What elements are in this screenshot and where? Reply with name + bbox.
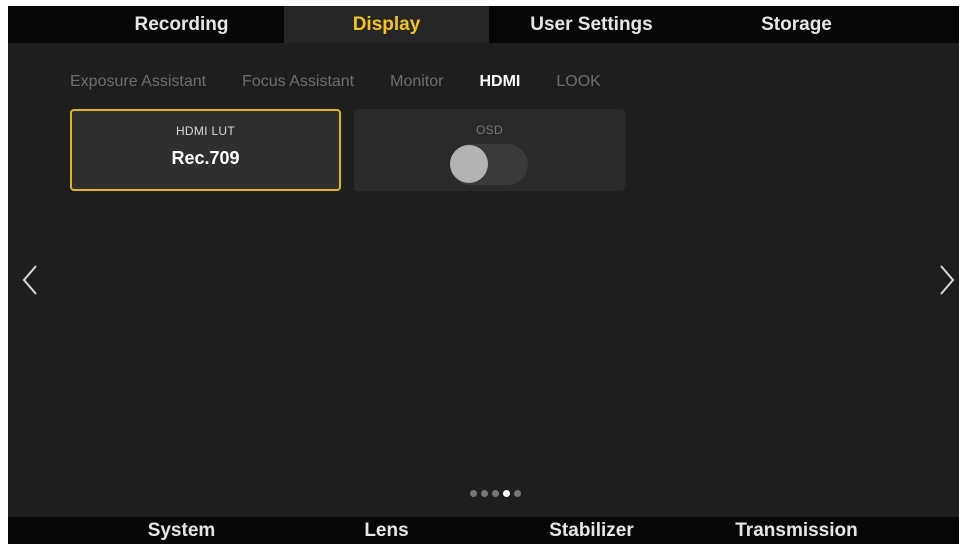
page-dot: [492, 490, 499, 497]
sub-tabs: Exposure Assistant Focus Assistant Monit…: [70, 68, 637, 96]
subtab-exposure-assistant[interactable]: Exposure Assistant: [70, 73, 206, 91]
tab-system[interactable]: System: [79, 520, 284, 542]
page-dot: [481, 490, 488, 497]
hdmi-lut-value: Rec.709: [171, 148, 240, 168]
subtab-look[interactable]: LOOK: [556, 73, 600, 91]
tab-transmission[interactable]: Transmission: [694, 520, 899, 542]
page-dot-active: [503, 490, 510, 497]
osd-label: OSD: [476, 123, 503, 137]
chevron-right-icon[interactable]: [937, 263, 957, 297]
subtab-hdmi[interactable]: HDMI: [479, 73, 520, 91]
subtab-focus-assistant[interactable]: Focus Assistant: [242, 73, 354, 91]
camera-menu-screen: Recording Display User Settings Storage …: [8, 6, 959, 544]
subtab-monitor[interactable]: Monitor: [390, 73, 443, 91]
tab-display[interactable]: Display: [284, 6, 489, 43]
page-dot: [470, 490, 477, 497]
osd-card: OSD: [354, 109, 625, 191]
tab-stabilizer[interactable]: Stabilizer: [489, 520, 694, 542]
tab-recording[interactable]: Recording: [79, 6, 284, 43]
osd-toggle[interactable]: [450, 144, 528, 185]
tab-storage[interactable]: Storage: [694, 6, 899, 43]
chevron-left-icon[interactable]: [20, 263, 40, 297]
hdmi-lut-label: HDMI LUT: [175, 124, 236, 138]
hdmi-lut-card[interactable]: HDMI LUT Rec.709: [70, 109, 341, 191]
tab-lens[interactable]: Lens: [284, 520, 489, 542]
page-indicator: [470, 490, 525, 497]
page-dot: [514, 490, 521, 497]
tab-user-settings[interactable]: User Settings: [489, 6, 694, 43]
osd-toggle-knob: [450, 145, 488, 183]
top-nav: Recording Display User Settings Storage: [8, 6, 959, 43]
bottom-nav: System Lens Stabilizer Transmission: [8, 517, 959, 544]
